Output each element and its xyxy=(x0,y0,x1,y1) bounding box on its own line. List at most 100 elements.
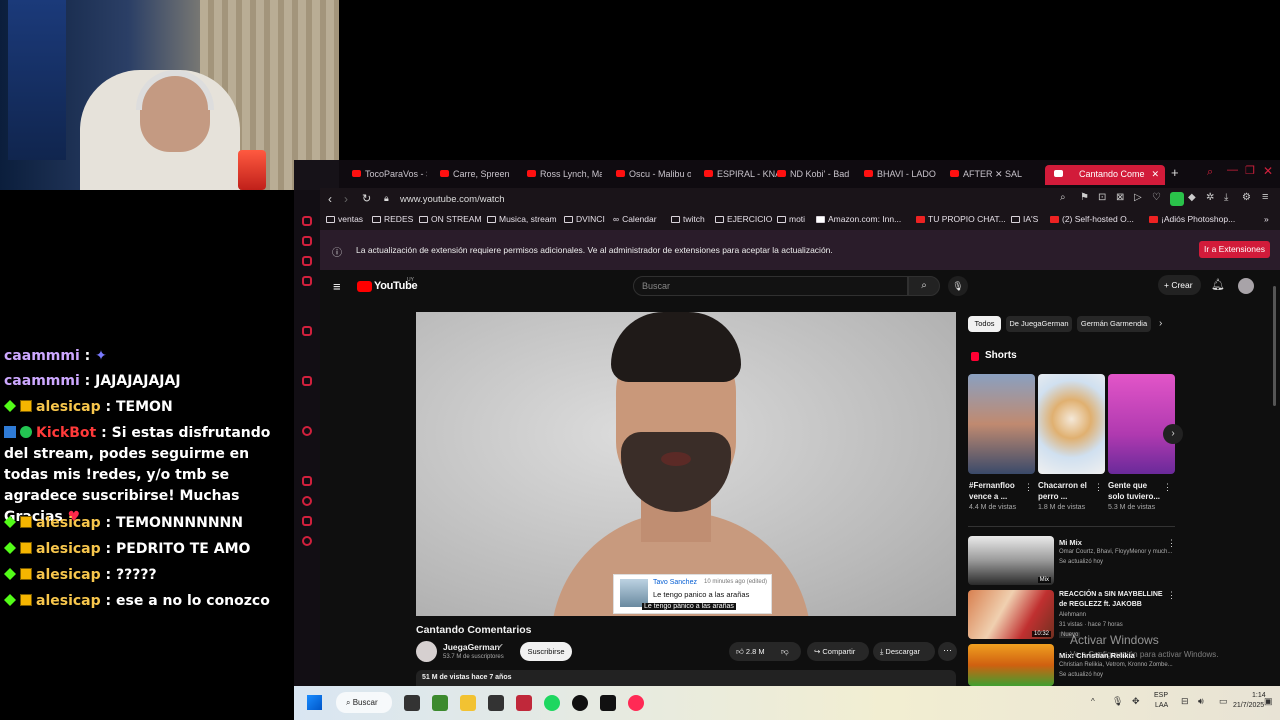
close-window-icon[interactable]: ✕ xyxy=(1263,164,1273,178)
chip-all[interactable]: Todos xyxy=(968,316,1001,332)
minimize-icon[interactable]: — xyxy=(1227,164,1238,176)
bookmark-item[interactable]: ventas xyxy=(326,214,363,224)
bookmark-item[interactable]: ON STREAM xyxy=(419,214,482,224)
youtube-logo-icon[interactable] xyxy=(357,281,372,292)
vpn-icon[interactable]: ⊠ xyxy=(1116,192,1124,203)
forward-icon[interactable]: › xyxy=(344,192,348,206)
notifications-bell-icon[interactable]: 🔔︎ xyxy=(1211,278,1225,291)
description-box[interactable]: 51 M de vistas hace 7 años xyxy=(416,670,956,686)
channel-name[interactable]: JuegaGerman xyxy=(443,642,500,652)
back-icon[interactable]: ‹ xyxy=(328,192,332,206)
short-thumbnail[interactable] xyxy=(968,374,1035,474)
sidebar-app-icon[interactable] xyxy=(302,536,312,546)
battery-icon[interactable]: ▭ xyxy=(1219,696,1228,707)
page-scrollbar[interactable] xyxy=(1273,286,1276,406)
video-player[interactable] xyxy=(416,312,956,616)
thumbs-down-icon[interactable]: 👎︎ xyxy=(781,642,789,661)
channel-avatar[interactable] xyxy=(416,641,437,662)
reload-icon[interactable]: ↻ xyxy=(362,192,371,205)
more-vert-icon[interactable]: ⋮ xyxy=(1163,482,1172,493)
search-button[interactable]: ⌕ xyxy=(908,276,940,296)
search-input[interactable]: Buscar xyxy=(633,276,908,296)
chevron-right-icon[interactable]: › xyxy=(1159,318,1162,329)
sidebar-app-icon[interactable] xyxy=(302,326,312,336)
wallet-icon[interactable]: ◆ xyxy=(1188,192,1196,203)
bookmark-item[interactable]: (2) Self-hosted O... xyxy=(1050,214,1134,224)
sidebar-app-icon[interactable] xyxy=(302,376,312,386)
chip-from-channel[interactable]: De JuegaGerman xyxy=(1006,316,1072,332)
browser-tab[interactable]: ND Kobi' - Bad xyxy=(768,165,852,185)
download-button[interactable]: ⤓ Descargar xyxy=(873,642,935,661)
spotify-icon[interactable] xyxy=(544,695,560,711)
zoom-icon[interactable]: ⌕ xyxy=(1060,192,1066,203)
minecraft-icon[interactable] xyxy=(432,695,448,711)
chevron-up-icon[interactable]: ^ xyxy=(1091,697,1095,706)
close-tab-icon[interactable]: ✕ xyxy=(1151,165,1159,183)
sidebar-app-icon[interactable] xyxy=(302,476,312,486)
bookmark-item[interactable]: ¡Adiós Photoshop... xyxy=(1149,214,1235,224)
language-indicator[interactable]: ESP xyxy=(1154,692,1168,699)
windows-start-icon[interactable] xyxy=(307,695,322,710)
create-button[interactable]: + Crear xyxy=(1158,275,1201,295)
voice-search-button[interactable]: 🎙︎ xyxy=(948,276,968,296)
sidebar-app-icon[interactable] xyxy=(302,496,312,506)
app-icon[interactable] xyxy=(488,695,504,711)
sidebar-app-icon[interactable] xyxy=(302,236,312,246)
recommended-thumbnail[interactable]: Mix xyxy=(968,536,1054,585)
task-view-icon[interactable] xyxy=(404,695,420,711)
opera-gx-icon[interactable] xyxy=(628,695,644,711)
clock-date[interactable]: 21/7/2025 xyxy=(1233,702,1264,709)
screenshot-icon[interactable]: ⊡ xyxy=(1098,192,1106,203)
more-vert-icon[interactable]: ⋮ xyxy=(1094,482,1103,493)
microphone-icon[interactable]: 🎙︎ xyxy=(1112,696,1123,707)
search-tabs-icon[interactable]: ⌕ xyxy=(1207,166,1213,179)
like-button[interactable]: 👍︎ 2.8 M 👎︎ xyxy=(729,642,801,661)
browser-tab[interactable]: AFTER ✕ SAL xyxy=(941,165,1025,185)
sidebar-app-icon[interactable] xyxy=(302,516,312,526)
more-actions-button[interactable]: ⋯ xyxy=(938,642,957,661)
download-icon[interactable]: ⤓ xyxy=(1224,192,1228,203)
shorts-next-button[interactable]: › xyxy=(1163,424,1183,444)
bookmarks-overflow-icon[interactable]: » xyxy=(1264,214,1269,224)
url-field[interactable]: www.youtube.com/watch xyxy=(400,194,505,205)
avatar[interactable] xyxy=(1238,278,1254,294)
bookmark-item[interactable]: Musica, stream xyxy=(487,214,557,224)
favorites-icon[interactable]: ♡ xyxy=(1152,192,1161,203)
extension-icon[interactable]: ⚑ xyxy=(1080,192,1089,203)
sidebar-app-icon[interactable] xyxy=(302,216,312,226)
recommended-thumbnail[interactable]: 10:32 xyxy=(968,590,1054,639)
bookmark-item[interactable]: ∞ Calendar xyxy=(613,214,657,224)
bookmark-item[interactable]: TU PROPIO CHAT... xyxy=(916,214,1006,224)
menu-icon[interactable]: ≡ xyxy=(1262,191,1268,203)
recommended-thumbnail[interactable] xyxy=(968,644,1054,686)
short-thumbnail[interactable] xyxy=(1108,374,1175,474)
short-title[interactable]: #Fernanfloo vence a ... xyxy=(969,480,1021,502)
recommended-title[interactable]: Mi Mix xyxy=(1059,538,1082,547)
bookmark-item[interactable]: DVINCI xyxy=(564,214,605,224)
bookmark-item[interactable]: EJERCICIO xyxy=(715,214,772,224)
subscribe-button[interactable]: Suscribirse xyxy=(520,642,572,661)
browser-tab-active[interactable]: Cantando Come ✕ xyxy=(1045,165,1165,185)
bookmark-item[interactable]: twitch xyxy=(671,214,705,224)
short-title[interactable]: Chacarron el perro ... xyxy=(1038,480,1090,502)
browser-tab[interactable]: Carre, Spreen xyxy=(431,165,515,185)
new-tab-icon[interactable]: + xyxy=(1171,165,1179,180)
browser-tab[interactable]: BHAVI - LADO xyxy=(855,165,939,185)
volume-icon[interactable]: 🔊︎ xyxy=(1198,696,1204,707)
short-thumbnail[interactable] xyxy=(1038,374,1105,474)
taskbar-search[interactable]: ⌕ Buscar xyxy=(336,692,392,713)
tiktok-icon[interactable] xyxy=(600,695,616,711)
browser-tab[interactable]: TocoParaVos - S xyxy=(343,165,427,185)
obs-icon[interactable] xyxy=(572,695,588,711)
notification-icon[interactable]: ▣ xyxy=(1264,696,1273,707)
sidebar-app-icon[interactable] xyxy=(302,276,312,286)
browser-tab[interactable]: Ross Lynch, Ma xyxy=(518,165,602,185)
bookmark-item[interactable]: REDES xyxy=(372,214,413,224)
more-vert-icon[interactable]: ⋮ xyxy=(1167,590,1176,601)
green-extension-icon[interactable] xyxy=(1170,192,1184,206)
file-explorer-icon[interactable] xyxy=(460,695,476,711)
network-icon[interactable]: ⊟ xyxy=(1181,696,1189,707)
app-icon[interactable] xyxy=(516,695,532,711)
app-tray-icon[interactable]: ✥ xyxy=(1132,696,1140,707)
bookmark-item[interactable]: Amazon.com: Inn... xyxy=(816,214,901,224)
